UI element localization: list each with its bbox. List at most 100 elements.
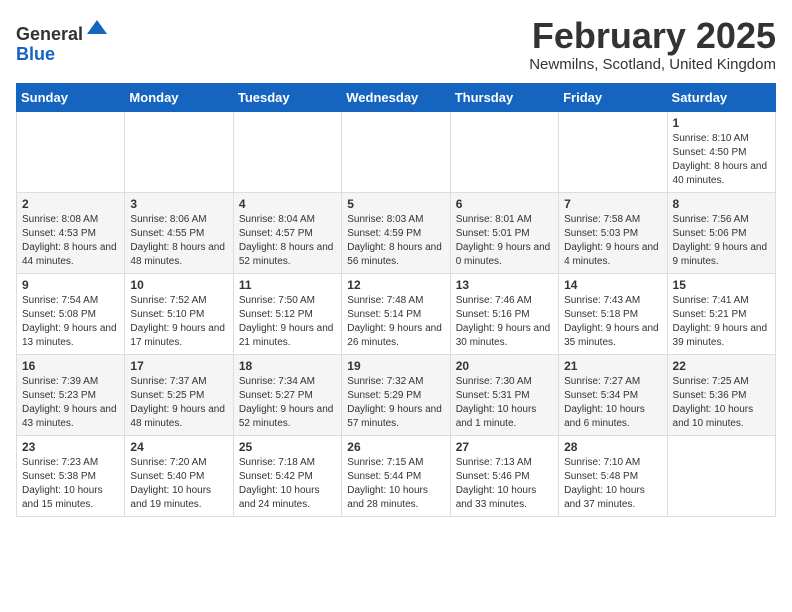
calendar-cell: 26 Sunrise: 7:15 AM Sunset: 5:44 PM Dayli… [342,435,450,516]
day-info: Sunrise: 7:52 AM Sunset: 5:10 PM Dayligh… [130,294,227,350]
calendar-cell [17,111,125,192]
calendar-cell: 7 Sunrise: 7:58 AM Sunset: 5:03 PM Daylig… [559,192,667,273]
day-number: 12 [347,278,444,292]
day-number: 14 [564,278,661,292]
weekday-header-monday: Monday [125,83,233,111]
day-info: Sunrise: 7:56 AM Sunset: 5:06 PM Dayligh… [673,213,770,269]
day-info: Sunrise: 8:04 AM Sunset: 4:57 PM Dayligh… [239,213,336,269]
day-info: Sunrise: 8:08 AM Sunset: 4:53 PM Dayligh… [22,213,119,269]
calendar-cell: 5 Sunrise: 8:03 AM Sunset: 4:59 PM Daylig… [342,192,450,273]
calendar-cell: 20 Sunrise: 7:30 AM Sunset: 5:31 PM Dayli… [450,354,558,435]
day-info: Sunrise: 7:48 AM Sunset: 5:14 PM Dayligh… [347,294,444,350]
day-number: 8 [673,197,770,211]
logo-general-text: General [16,24,83,44]
day-info: Sunrise: 7:54 AM Sunset: 5:08 PM Dayligh… [22,294,119,350]
calendar-cell [342,111,450,192]
calendar-cell [125,111,233,192]
day-info: Sunrise: 7:27 AM Sunset: 5:34 PM Dayligh… [564,375,661,431]
day-info: Sunrise: 8:01 AM Sunset: 5:01 PM Dayligh… [456,213,553,269]
calendar-cell: 10 Sunrise: 7:52 AM Sunset: 5:10 PM Dayli… [125,273,233,354]
day-info: Sunrise: 7:10 AM Sunset: 5:48 PM Dayligh… [564,456,661,512]
calendar-cell: 2 Sunrise: 8:08 AM Sunset: 4:53 PM Daylig… [17,192,125,273]
day-number: 24 [130,440,227,454]
calendar-cell: 13 Sunrise: 7:46 AM Sunset: 5:16 PM Dayli… [450,273,558,354]
calendar-cell: 23Sunrise: 7:23 AM Sunset: 5:38 PM Dayli… [17,435,125,516]
day-info: Sunrise: 7:39 AM Sunset: 5:23 PM Dayligh… [22,375,119,431]
calendar-cell [559,111,667,192]
day-info: Sunrise: 7:32 AM Sunset: 5:29 PM Dayligh… [347,375,444,431]
calendar-cell: 24 Sunrise: 7:20 AM Sunset: 5:40 PM Dayli… [125,435,233,516]
day-info: Sunrise: 7:30 AM Sunset: 5:31 PM Dayligh… [456,375,553,431]
day-info: Sunrise: 7:20 AM Sunset: 5:40 PM Dayligh… [130,456,227,512]
calendar-cell: 25 Sunrise: 7:18 AM Sunset: 5:42 PM Dayli… [233,435,341,516]
day-number: 25 [239,440,336,454]
calendar-cell: 9 Sunrise: 7:54 AM Sunset: 5:08 PM Daylig… [17,273,125,354]
day-info: Sunrise: 8:06 AM Sunset: 4:55 PM Dayligh… [130,213,227,269]
day-info: Sunrise: 7:15 AM Sunset: 5:44 PM Dayligh… [347,456,444,512]
calendar-cell: 1 Sunrise: 8:10 AM Sunset: 4:50 PM Daylig… [667,111,775,192]
calendar-week-1: 1 Sunrise: 8:10 AM Sunset: 4:50 PM Daylig… [17,111,776,192]
day-number: 10 [130,278,227,292]
day-number: 20 [456,359,553,373]
logo-icon [85,16,109,40]
weekday-header-friday: Friday [559,83,667,111]
day-number: 28 [564,440,661,454]
calendar-week-5: 23Sunrise: 7:23 AM Sunset: 5:38 PM Dayli… [17,435,776,516]
day-number: 22 [673,359,770,373]
day-info: Sunrise: 7:46 AM Sunset: 5:16 PM Dayligh… [456,294,553,350]
logo-blue-text: Blue [16,44,55,64]
day-info: Sunrise: 8:10 AM Sunset: 4:50 PM Dayligh… [673,132,770,188]
day-number: 21 [564,359,661,373]
calendar-cell: 15Sunrise: 7:41 AM Sunset: 5:21 PM Dayli… [667,273,775,354]
calendar-week-2: 2 Sunrise: 8:08 AM Sunset: 4:53 PM Daylig… [17,192,776,273]
day-number: 6 [456,197,553,211]
calendar-cell: 19 Sunrise: 7:32 AM Sunset: 5:29 PM Dayli… [342,354,450,435]
calendar-cell: 11Sunrise: 7:50 AM Sunset: 5:12 PM Dayli… [233,273,341,354]
calendar-cell: 18 Sunrise: 7:34 AM Sunset: 5:27 PM Dayli… [233,354,341,435]
calendar-cell: 4 Sunrise: 8:04 AM Sunset: 4:57 PM Daylig… [233,192,341,273]
day-number: 15 [673,278,770,292]
day-number: 2 [22,197,119,211]
weekday-header-row: SundayMondayTuesdayWednesdayThursdayFrid… [17,83,776,111]
calendar-cell: 14 Sunrise: 7:43 AM Sunset: 5:18 PM Dayli… [559,273,667,354]
day-info: Sunrise: 7:25 AM Sunset: 5:36 PM Dayligh… [673,375,770,431]
calendar-cell: 21 Sunrise: 7:27 AM Sunset: 5:34 PM Dayli… [559,354,667,435]
day-info: Sunrise: 7:18 AM Sunset: 5:42 PM Dayligh… [239,456,336,512]
calendar-cell: 22 Sunrise: 7:25 AM Sunset: 5:36 PM Dayli… [667,354,775,435]
day-number: 26 [347,440,444,454]
weekday-header-sunday: Sunday [17,83,125,111]
day-info: Sunrise: 7:34 AM Sunset: 5:27 PM Dayligh… [239,375,336,431]
calendar-cell [667,435,775,516]
day-info: Sunrise: 8:03 AM Sunset: 4:59 PM Dayligh… [347,213,444,269]
calendar-cell: 28 Sunrise: 7:10 AM Sunset: 5:48 PM Dayli… [559,435,667,516]
day-number: 27 [456,440,553,454]
day-info: Sunrise: 7:23 AM Sunset: 5:38 PM Dayligh… [22,456,119,512]
calendar-cell: 8 Sunrise: 7:56 AM Sunset: 5:06 PM Daylig… [667,192,775,273]
calendar-cell [450,111,558,192]
day-info: Sunrise: 7:37 AM Sunset: 5:25 PM Dayligh… [130,375,227,431]
day-info: Sunrise: 7:58 AM Sunset: 5:03 PM Dayligh… [564,213,661,269]
day-number: 3 [130,197,227,211]
weekday-header-tuesday: Tuesday [233,83,341,111]
day-number: 13 [456,278,553,292]
calendar-cell: 6 Sunrise: 8:01 AM Sunset: 5:01 PM Daylig… [450,192,558,273]
title-block: February 2025 Newmilns, Scotland, United… [529,16,776,73]
day-info: Sunrise: 7:13 AM Sunset: 5:46 PM Dayligh… [456,456,553,512]
month-title: February 2025 [529,16,776,56]
day-number: 19 [347,359,444,373]
weekday-header-saturday: Saturday [667,83,775,111]
day-number: 18 [239,359,336,373]
calendar-cell: 3 Sunrise: 8:06 AM Sunset: 4:55 PM Daylig… [125,192,233,273]
calendar-cell: 12 Sunrise: 7:48 AM Sunset: 5:14 PM Dayli… [342,273,450,354]
day-number: 5 [347,197,444,211]
day-number: 9 [22,278,119,292]
day-number: 4 [239,197,336,211]
day-number: 1 [673,116,770,130]
day-number: 7 [564,197,661,211]
day-info: Sunrise: 7:43 AM Sunset: 5:18 PM Dayligh… [564,294,661,350]
weekday-header-wednesday: Wednesday [342,83,450,111]
calendar-week-3: 9 Sunrise: 7:54 AM Sunset: 5:08 PM Daylig… [17,273,776,354]
day-info: Sunrise: 7:50 AM Sunset: 5:12 PM Dayligh… [239,294,336,350]
calendar-week-4: 16Sunrise: 7:39 AM Sunset: 5:23 PM Dayli… [17,354,776,435]
calendar-cell: 17Sunrise: 7:37 AM Sunset: 5:25 PM Dayli… [125,354,233,435]
